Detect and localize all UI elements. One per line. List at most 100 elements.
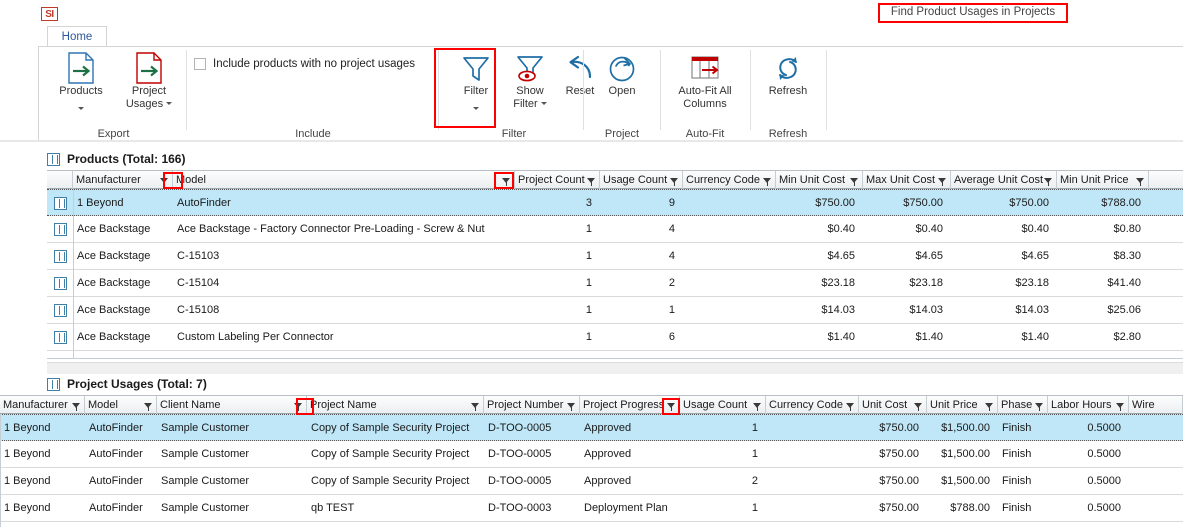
chevron-down-icon[interactable] bbox=[166, 102, 173, 106]
row-indicator-icon[interactable] bbox=[47, 243, 73, 269]
project-usages-grid-header[interactable]: Manufacturer Model Client Name Project Name… bbox=[0, 395, 1183, 414]
export-project-usages-button[interactable]: Project Usages bbox=[118, 51, 180, 110]
products-grid-header[interactable]: Manufacturer Model Project Count Usage Coun… bbox=[47, 170, 1183, 189]
column-filter-icon[interactable] bbox=[72, 399, 81, 414]
chevron-down-icon[interactable] bbox=[473, 106, 479, 110]
project-usages-grid[interactable]: Manufacturer Model Client Name Project Name… bbox=[0, 395, 1183, 527]
column-filter-icon[interactable] bbox=[567, 399, 576, 414]
table-row[interactable]: 1 Beyond AutoFinder 3 9 $750.00 $750.00 $750.0… bbox=[47, 189, 1183, 216]
column-header-min_unit_cost[interactable]: Min Unit Cost bbox=[776, 171, 863, 189]
cell-usage_count: 1 bbox=[751, 422, 758, 434]
column-filter-icon[interactable] bbox=[850, 174, 859, 189]
grid-left-border bbox=[0, 414, 1, 527]
column-header-currency_code[interactable]: Currency Code bbox=[683, 171, 776, 189]
export-project-usages-label-line1: Project bbox=[131, 85, 167, 97]
tab-home[interactable]: Home bbox=[47, 26, 107, 47]
refresh-circular-arrows-icon-svg bbox=[779, 57, 797, 80]
column-filter-icon[interactable] bbox=[294, 399, 303, 414]
column-header-indicator[interactable] bbox=[47, 171, 73, 189]
table-row[interactable]: Ace Backstage Custom Labeling Per Connect… bbox=[47, 324, 1183, 351]
include-no-usage-checkbox-row[interactable]: Include products with no project usages bbox=[194, 58, 415, 70]
cell-phase: Finish bbox=[1002, 475, 1032, 487]
table-row[interactable]: 1 Beyond AutoFinder Sample Customer Copy of… bbox=[0, 468, 1183, 495]
column-header-manufacturer[interactable]: Manufacturer bbox=[73, 171, 173, 189]
refresh-button[interactable]: Refresh bbox=[758, 51, 818, 98]
column-header-client_name[interactable]: Client Name bbox=[157, 396, 307, 414]
table-row[interactable]: Ace Backstage Ace Backstage - Factory Con… bbox=[47, 216, 1183, 243]
column-header-max_unit_cost[interactable]: Max Unit Cost bbox=[863, 171, 951, 189]
table-row[interactable]: Ace Backstage C-15103 1 4 $4.65 $4.65 $4.65 $8.… bbox=[47, 243, 1183, 270]
table-row[interactable]: Ace Backstage C-15104 1 2 $23.18 $23.18 $23.18… bbox=[47, 270, 1183, 297]
open-button[interactable]: Open bbox=[593, 51, 651, 98]
column-header-project_number[interactable]: Project Number bbox=[484, 396, 580, 414]
column-filter-icon[interactable] bbox=[985, 399, 994, 414]
open-circle-arrow-icon bbox=[593, 51, 651, 85]
products-horizontal-scrollbar[interactable] bbox=[47, 362, 1183, 374]
column-filter-icon[interactable] bbox=[938, 174, 947, 189]
cell-max_unit_cost: $14.03 bbox=[909, 304, 943, 316]
filter-button[interactable]: Filter bbox=[448, 51, 504, 118]
products-grid[interactable]: Manufacturer Model Project Count Usage Coun… bbox=[47, 170, 1183, 358]
column-filter-icon[interactable] bbox=[144, 399, 153, 414]
include-no-usage-checkbox[interactable] bbox=[194, 58, 206, 70]
show-filter-button[interactable]: Show Filter bbox=[502, 51, 558, 110]
column-header-wire[interactable]: Wire bbox=[1129, 396, 1183, 414]
row-indicator-icon[interactable] bbox=[47, 216, 73, 242]
cell-model: C-15103 bbox=[177, 250, 220, 262]
column-header-manufacturer[interactable]: Manufacturer bbox=[0, 396, 85, 414]
row-indicator-icon[interactable] bbox=[47, 190, 73, 216]
cell-currency_code bbox=[687, 243, 776, 269]
column-filter-icon[interactable] bbox=[914, 399, 923, 414]
column-header-project_count[interactable]: Project Count bbox=[515, 171, 600, 189]
chevron-down-icon[interactable] bbox=[78, 106, 84, 110]
column-header-min_unit_price[interactable]: Min Unit Price bbox=[1057, 171, 1149, 189]
cell-phase: Finish bbox=[1002, 422, 1032, 434]
cell-manufacturer: 1 Beyond bbox=[4, 448, 51, 460]
column-filter-icon[interactable] bbox=[753, 399, 762, 414]
cell-usage_count: 1 bbox=[751, 448, 758, 460]
column-header-average_unit_cost[interactable]: Average Unit Cost bbox=[951, 171, 1057, 189]
project-usages-grid-body[interactable]: 1 Beyond AutoFinder Sample Customer Copy of… bbox=[0, 414, 1183, 522]
chevron-down-icon[interactable] bbox=[540, 102, 547, 106]
products-grid-body[interactable]: 1 Beyond AutoFinder 3 9 $750.00 $750.00 $750.0… bbox=[47, 189, 1183, 351]
table-row[interactable]: 1 Beyond AutoFinder Sample Customer qb TEST… bbox=[0, 495, 1183, 522]
column-filter-icon[interactable] bbox=[502, 174, 511, 189]
column-filter-icon[interactable] bbox=[846, 399, 855, 414]
column-filter-icon[interactable] bbox=[471, 399, 480, 414]
auto-fit-all-columns-button[interactable]: Auto-Fit All Columns bbox=[665, 51, 745, 110]
column-filter-icon[interactable] bbox=[587, 174, 596, 189]
column-header-currency_code[interactable]: Currency Code bbox=[766, 396, 859, 414]
column-filter-icon[interactable] bbox=[1136, 174, 1145, 189]
funnel-glyph-icon bbox=[294, 402, 303, 411]
cell-currency_code bbox=[770, 495, 859, 521]
column-header-model[interactable]: Model bbox=[85, 396, 157, 414]
cell-project_name: qb TEST bbox=[311, 502, 355, 514]
table-row[interactable]: 1 Beyond AutoFinder Sample Customer Copy of… bbox=[0, 414, 1183, 441]
column-filter-icon[interactable] bbox=[1044, 174, 1053, 189]
column-header-usage_count[interactable]: Usage Count bbox=[680, 396, 766, 414]
column-header-project_name[interactable]: Project Name bbox=[307, 396, 484, 414]
table-row[interactable]: Ace Backstage C-15108 1 1 $14.03 $14.03 $14.03… bbox=[47, 297, 1183, 324]
cell-usage_count: 4 bbox=[668, 223, 675, 235]
table-row[interactable]: 1 Beyond AutoFinder Sample Customer Copy of… bbox=[0, 441, 1183, 468]
column-header-usage_count[interactable]: Usage Count bbox=[600, 171, 683, 189]
column-filter-icon[interactable] bbox=[160, 174, 169, 189]
column-header-model[interactable]: Model bbox=[173, 171, 515, 189]
column-filter-icon[interactable] bbox=[1035, 399, 1044, 414]
autofit-columns-icon-svg bbox=[691, 56, 719, 79]
column-filter-icon[interactable] bbox=[763, 174, 772, 189]
column-header-unit_cost[interactable]: Unit Cost bbox=[859, 396, 927, 414]
row-indicator-icon[interactable] bbox=[47, 270, 73, 296]
column-filter-icon[interactable] bbox=[1116, 399, 1125, 414]
funnel-glyph-icon bbox=[914, 402, 923, 411]
column-header-project_progress[interactable]: Project Progress bbox=[580, 396, 680, 414]
column-header-labor_hours[interactable]: Labor Hours bbox=[1048, 396, 1129, 414]
row-indicator-icon[interactable] bbox=[47, 324, 73, 350]
cell-manufacturer: Ace Backstage bbox=[77, 250, 151, 262]
row-indicator-icon[interactable] bbox=[47, 297, 73, 323]
column-header-phase[interactable]: Phase bbox=[998, 396, 1048, 414]
column-filter-icon[interactable] bbox=[670, 174, 679, 189]
column-header-unit_price[interactable]: Unit Price bbox=[927, 396, 998, 414]
export-products-button[interactable]: Products bbox=[50, 51, 112, 118]
column-filter-icon[interactable] bbox=[667, 399, 676, 414]
